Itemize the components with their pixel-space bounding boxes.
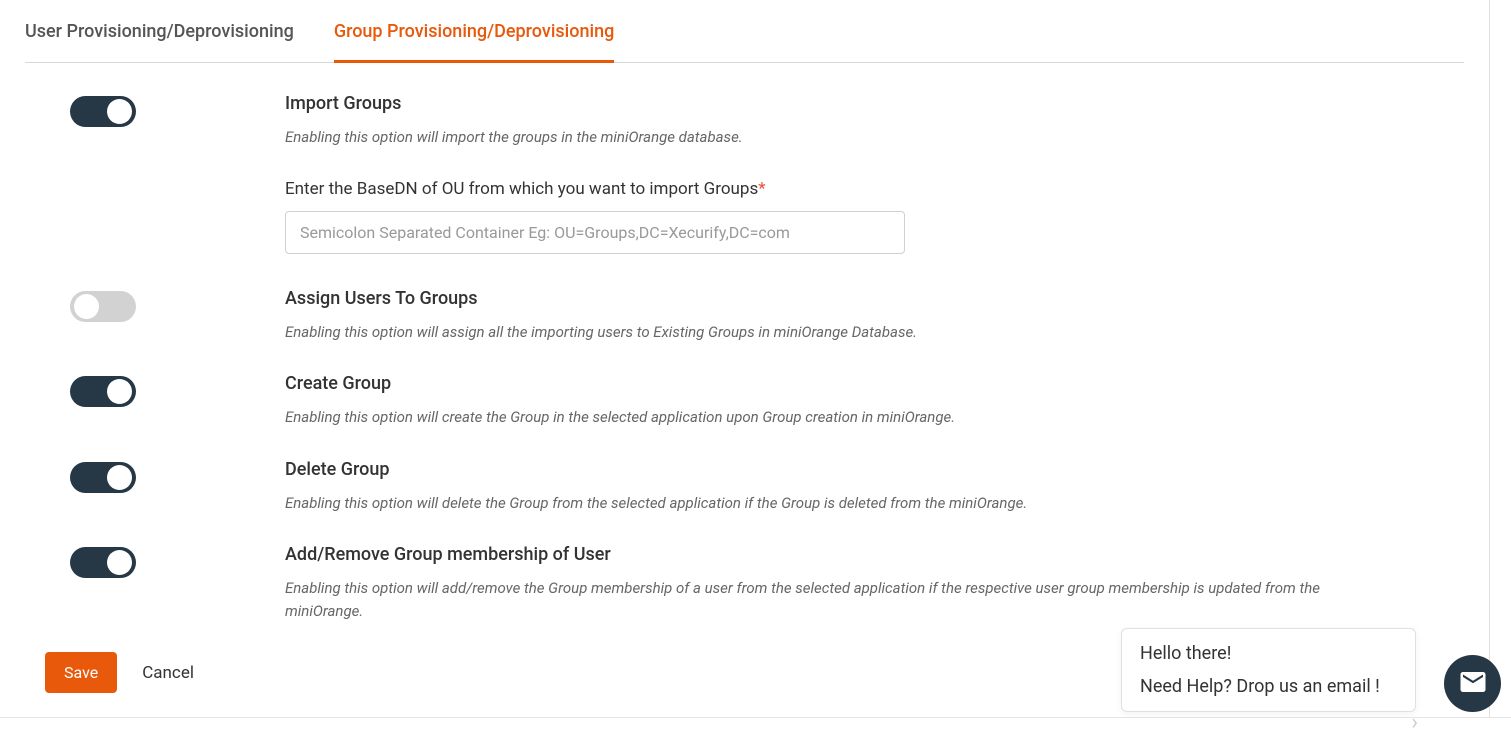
title-create-group: Create Group [285,373,1335,394]
row-import-groups: Import Groups Enabling this option will … [25,93,1464,254]
row-membership: Add/Remove Group membership of User Enab… [25,544,1464,622]
row-create-group: Create Group Enabling this option will c… [25,373,1464,429]
required-indicator: * [758,179,765,199]
row-assign-users: Assign Users To Groups Enabling this opt… [25,288,1464,344]
toggle-membership[interactable] [70,547,136,578]
label-base-dn: Enter the BaseDN of OU from which you wa… [285,179,1335,199]
toggle-assign-users[interactable] [70,291,136,322]
desc-import-groups: Enabling this option will import the gro… [285,126,1335,149]
toggle-create-group[interactable] [70,376,136,407]
title-membership: Add/Remove Group membership of User [285,544,1335,565]
desc-delete-group: Enabling this option will delete the Gro… [285,492,1335,515]
title-assign-users: Assign Users To Groups [285,288,1335,309]
toggle-delete-group[interactable] [70,462,136,493]
help-message: Need Help? Drop us an email ! [1140,676,1397,697]
desc-membership: Enabling this option will add/remove the… [285,577,1335,622]
content-area: User Provisioning/Deprovisioning Group P… [0,0,1490,718]
mail-icon [1458,667,1488,701]
scroll-right-hint: › [1411,712,1418,734]
chat-button[interactable] [1444,655,1501,712]
title-import-groups: Import Groups [285,93,1335,114]
desc-assign-users: Enabling this option will assign all the… [285,321,1335,344]
help-bubble[interactable]: Hello there! Need Help? Drop us an email… [1121,628,1416,712]
cancel-button[interactable]: Cancel [142,663,194,683]
tab-group-provisioning[interactable]: Group Provisioning/Deprovisioning [334,21,615,63]
bottom-divider [0,717,1511,718]
desc-create-group: Enabling this option will create the Gro… [285,406,1335,429]
row-delete-group: Delete Group Enabling this option will d… [25,459,1464,515]
toggle-import-groups[interactable] [70,96,136,127]
input-base-dn[interactable] [285,211,905,254]
title-delete-group: Delete Group [285,459,1335,480]
tabs-bar: User Provisioning/Deprovisioning Group P… [25,0,1464,63]
tab-user-provisioning[interactable]: User Provisioning/Deprovisioning [25,21,294,63]
save-button[interactable]: Save [45,652,117,693]
settings-sections: Import Groups Enabling this option will … [25,63,1464,693]
help-greeting: Hello there! [1140,643,1397,664]
